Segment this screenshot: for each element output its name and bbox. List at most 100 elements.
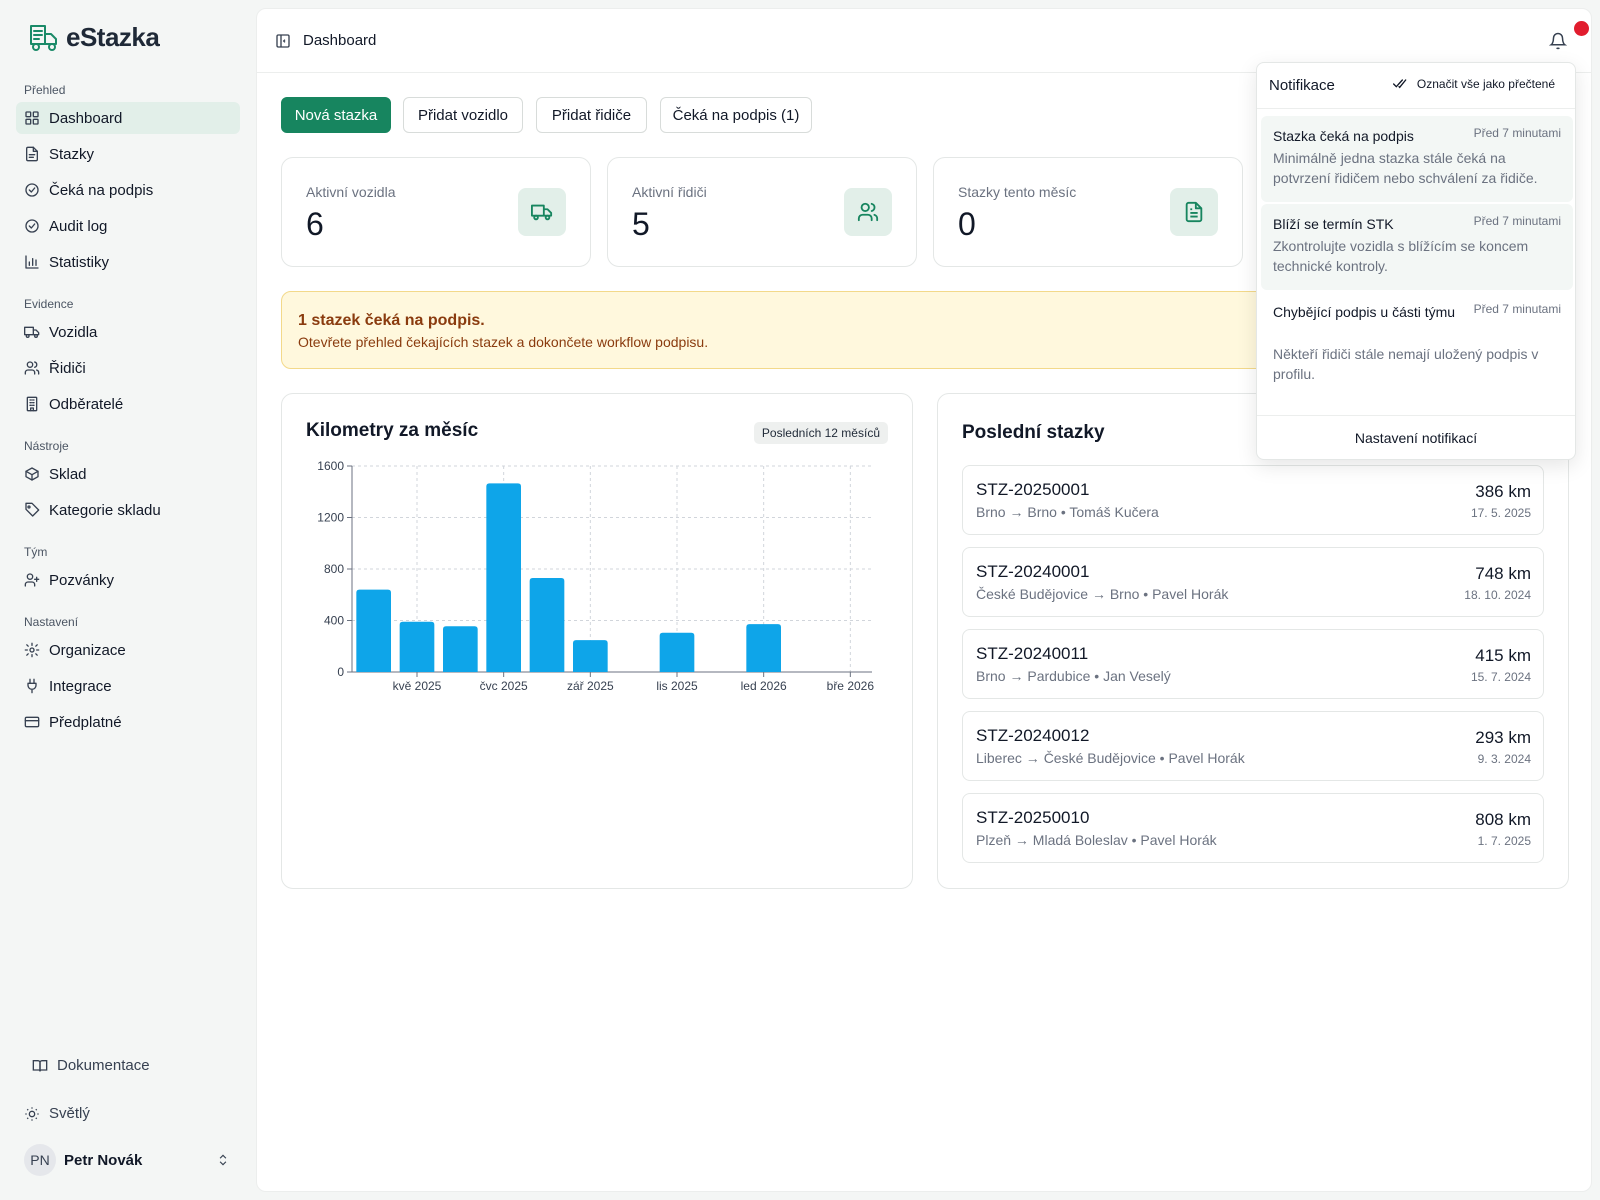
logo[interactable]: eStazka — [28, 22, 160, 53]
nav-group: Přehled Dashboard Stazky Čeká na podpis Audi… — [16, 78, 240, 282]
logo-text: eStazka — [66, 22, 160, 52]
sun-icon — [25, 1106, 39, 1121]
bar — [573, 640, 608, 672]
sidebar-item-kategorie-skladu[interactable]: Kategorie skladu — [16, 494, 240, 526]
sidebar-item-label: Dashboard — [49, 109, 123, 127]
grid-icon — [25, 111, 39, 125]
trip-route: Brno → Pardubice • Jan Veselý — [976, 668, 1171, 684]
notification-item[interactable]: Chybějící podpis u části týmu Před 7 min… — [1261, 292, 1573, 402]
truck-document-logo-icon — [30, 24, 57, 51]
trip-date: 1. 7. 2025 — [1477, 834, 1531, 848]
trip-id: STZ-20240012 — [976, 726, 1090, 745]
sidebar-item-audit-log[interactable]: Audit log — [16, 210, 240, 242]
trip-row[interactable]: STZ-20250010 Plzeň → Mladá Boleslav • Pav… — [962, 793, 1544, 863]
breadcrumb: Dashboard — [303, 32, 377, 49]
stat-value: 0 — [958, 206, 976, 242]
new-trip-button[interactable]: Nová stazka — [281, 97, 391, 133]
box-icon — [25, 467, 39, 481]
nav-heading: Evidence — [24, 297, 74, 311]
docs-label: Dokumentace — [57, 1057, 150, 1074]
bar-chart-icon — [25, 255, 39, 269]
alert-text: Otevřete přehled čekajících stazek a dok… — [298, 334, 709, 350]
trip-km: 293 km — [1475, 728, 1531, 747]
sidebar-item-vozidla[interactable]: Vozidla — [16, 316, 240, 348]
notification-body: Minimálně jedna stazka stále čeká na pot… — [1273, 150, 1538, 186]
trip-id: STZ-20250010 — [976, 808, 1090, 827]
sidebar-toggle-icon[interactable] — [275, 33, 291, 49]
avatar: PN — [24, 1144, 56, 1176]
user-menu[interactable]: PN Petr Novák — [24, 1143, 230, 1177]
sidebar-item-label: Čeká na podpis — [49, 181, 154, 199]
sidebar-item-label: Sklad — [49, 465, 87, 483]
y-tick-label: 400 — [324, 614, 344, 628]
theme-toggle[interactable]: Světlý — [24, 1105, 90, 1122]
nav-heading: Tým — [24, 545, 48, 559]
add-driver-button[interactable]: Přidat řidiče — [536, 97, 647, 133]
user-name: Petr Novák — [64, 1151, 143, 1169]
bar — [399, 621, 435, 672]
sidebar-item-label: Organizace — [49, 641, 126, 659]
stat-card-trips: Stazky tento měsíc 0 — [933, 157, 1243, 267]
sidebar-item-dashboard[interactable]: Dashboard — [16, 102, 240, 134]
sidebar-item-řidiči[interactable]: Řidiči — [16, 352, 240, 384]
sidebar-item-label: Řidiči — [49, 359, 86, 377]
trip-id: STZ-20240001 — [976, 562, 1090, 581]
tag-icon — [25, 502, 40, 517]
x-tick-label: bře 2026 — [827, 679, 875, 693]
check-circle-icon — [25, 219, 39, 233]
sidebar-item-sklad[interactable]: Sklad — [16, 458, 240, 490]
sidebar-item-integrace[interactable]: Integrace — [16, 670, 240, 702]
user-plus-icon — [24, 573, 40, 587]
sidebar-item-čeká-na-podpis[interactable]: Čeká na podpis — [16, 174, 240, 206]
sidebar-item-label: Předplatné — [49, 713, 122, 731]
trip-route: České Budějovice → Brno • Pavel Horák — [976, 586, 1229, 602]
y-tick-label: 1200 — [317, 511, 344, 525]
building-icon — [26, 396, 38, 412]
recent-trips-card: Poslední stazky STZ-20250001 Brno → Brno … — [937, 393, 1569, 889]
notification-title: Chybějící podpis u části týmu — [1273, 304, 1456, 320]
y-tick-label: 1600 — [317, 459, 344, 473]
trip-row[interactable]: STZ-20250001 Brno → Brno • Tomáš Kučera 38… — [962, 465, 1544, 535]
card-icon — [24, 716, 40, 728]
bar — [659, 632, 695, 672]
sidebar-item-pozvánky[interactable]: Pozvánky — [16, 564, 240, 596]
sidebar-item-statistiky[interactable]: Statistiky — [16, 246, 240, 278]
notification-item[interactable]: Blíží se termín STK Před 7 minutami Zkon… — [1261, 204, 1573, 290]
sidebar-item-odběratelé[interactable]: Odběratelé — [16, 388, 240, 420]
notification-time: Před 7 minutami — [1473, 214, 1561, 228]
bell-icon[interactable] — [1549, 32, 1567, 50]
trip-date: 15. 7. 2024 — [1470, 670, 1531, 684]
truck-icon — [518, 188, 566, 236]
notification-settings-link[interactable]: Nastavení notifikací — [1257, 415, 1575, 459]
trip-row[interactable]: STZ-20240011 Brno → Pardubice • Jan Vesel… — [962, 629, 1544, 699]
y-tick-label: 0 — [337, 665, 344, 679]
add-vehicle-button[interactable]: Přidat vozidlo — [403, 97, 523, 133]
sidebar-item-label: Integrace — [49, 677, 112, 695]
awaiting-signature-button[interactable]: Čeká na podpis (1) — [660, 97, 812, 133]
sidebar-item-stazky[interactable]: Stazky — [16, 138, 240, 170]
trip-row[interactable]: STZ-20240012 Liberec → České Budějovice •… — [962, 711, 1544, 781]
trip-id: STZ-20240011 — [976, 644, 1089, 663]
gear-icon — [24, 642, 40, 658]
trip-row[interactable]: STZ-20240001 České Budějovice → Brno • Pa… — [962, 547, 1544, 617]
stat-card-vehicles: Aktivní vozidla 6 — [281, 157, 591, 267]
sidebar-item-label: Statistiky — [49, 253, 110, 271]
notification-item[interactable]: Stazka čeká na podpis Před 7 minutami Mi… — [1261, 116, 1573, 202]
notification-title: Blíží se termín STK — [1273, 216, 1394, 232]
sidebar-item-label: Stazky — [49, 145, 95, 163]
plug-icon — [27, 678, 37, 694]
sidebar-item-organizace[interactable]: Organizace — [16, 634, 240, 666]
check-circle-icon — [25, 183, 39, 197]
trip-km: 415 km — [1475, 646, 1531, 665]
document-icon — [1170, 188, 1218, 236]
trip-date: 9. 3. 2024 — [1477, 752, 1531, 766]
recent-title: Poslední stazky — [962, 422, 1105, 443]
sidebar-item-předplatné[interactable]: Předplatné — [16, 706, 240, 738]
trip-km: 748 km — [1475, 564, 1531, 583]
stat-value: 6 — [306, 206, 324, 242]
docs-link[interactable]: Dokumentace — [32, 1057, 150, 1074]
mark-all-read-button[interactable]: Označit vše jako přečtené — [1392, 77, 1555, 91]
sidebar-item-label: Kategorie skladu — [49, 501, 161, 519]
nav-group: Evidence Vozidla Řidiči Odběratelé — [16, 292, 240, 424]
bar — [529, 578, 565, 672]
